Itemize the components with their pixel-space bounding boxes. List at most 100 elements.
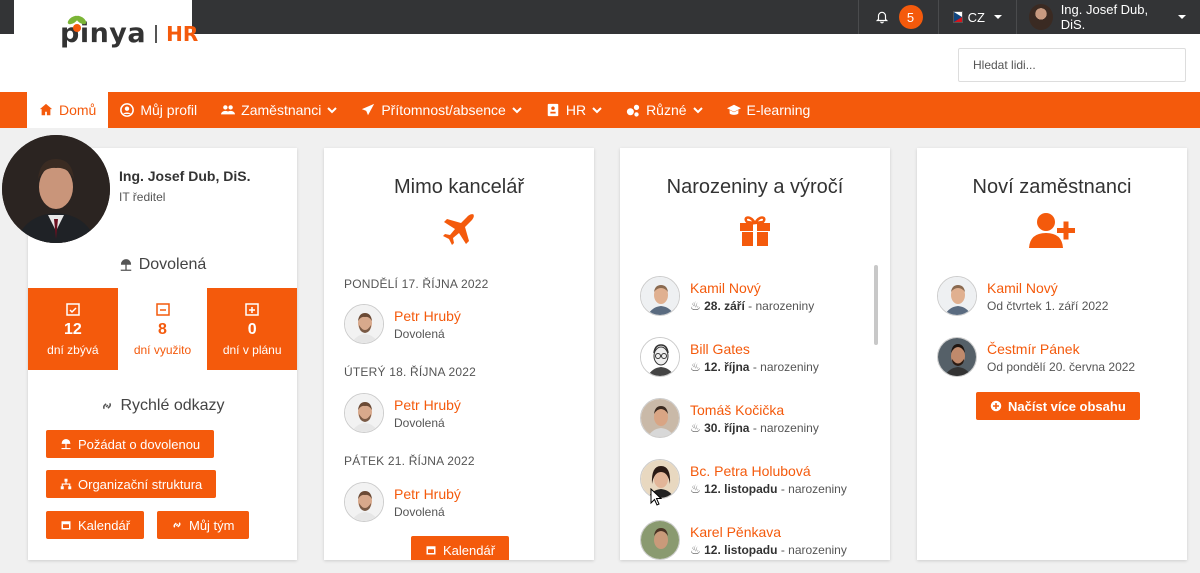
logo-separator	[155, 24, 158, 43]
list-item[interactable]: Kamil Nový ♨ 28. září - narozeniny	[640, 276, 814, 316]
nav-item-label: Domů	[59, 102, 97, 118]
chevron-down-icon	[592, 107, 602, 114]
avatar	[640, 520, 680, 560]
chevron-down-icon	[692, 107, 703, 114]
button-label: Kalendář	[443, 542, 496, 558]
vacation-heading: Dovolená	[28, 256, 297, 274]
avatar	[344, 393, 384, 433]
nav-item-label: Přítomnost/absence	[381, 102, 506, 118]
day-label: PONDĚLÍ 17. ŘÍJNA 2022	[344, 277, 489, 291]
users-icon	[221, 105, 236, 115]
button-label: Můj tým	[189, 517, 235, 533]
gift-icon	[740, 216, 770, 246]
nav-item-label: Různé	[646, 102, 687, 118]
person-name[interactable]: Čestmír Pánek	[987, 341, 1135, 357]
my-team-button[interactable]: Můj tým	[157, 511, 249, 539]
cake-icon: ♨	[690, 420, 701, 435]
person-name[interactable]: Bc. Petra Holubová	[690, 463, 847, 479]
profile-name: Ing. Josef Dub, DiS.	[119, 168, 251, 184]
nav-item-home[interactable]: Domů	[27, 92, 109, 128]
logo-leaves-icon	[67, 15, 87, 32]
calendar-button[interactable]: Kalendář	[46, 511, 145, 539]
calendar-icon	[426, 546, 436, 555]
list-item[interactable]: Bc. Petra Holubová ♨ 12. listopadu - nar…	[640, 459, 847, 499]
calendar-plus-icon	[245, 303, 259, 316]
nav-item-misc[interactable]: Různé	[614, 92, 714, 128]
nav-item-attendance[interactable]: Přítomnost/absence	[349, 92, 534, 128]
button-label: Kalendář	[78, 517, 131, 533]
avatar	[640, 276, 680, 316]
chevron-down-icon	[327, 107, 338, 114]
language-label: CZ	[967, 9, 985, 25]
button-label: Požádat o dovolenou	[78, 436, 201, 452]
nav-item-label: HR	[565, 102, 587, 118]
person-name[interactable]: Bill Gates	[690, 341, 819, 357]
list-item[interactable]: Kamil Nový Od čtvrtek 1. září 2022	[937, 276, 1108, 316]
birthday-note: ♨ 12. listopadu - narozeniny	[690, 482, 847, 496]
nav-item-hr[interactable]: HR	[534, 92, 614, 128]
mouse-cursor-icon	[650, 488, 662, 506]
id-card-icon	[547, 103, 559, 117]
stat-label: dní zbývá	[47, 343, 99, 357]
logo-area[interactable]: pinya HR	[14, 0, 198, 92]
person-name[interactable]: Karel Pěnkava	[690, 524, 847, 540]
nav-item-employees[interactable]: Zaměstnanci	[209, 92, 349, 128]
profile-photo	[2, 135, 110, 243]
org-structure-button[interactable]: Organizační struktura	[46, 470, 217, 498]
list-item[interactable]: Petr Hrubý Dovolená	[344, 482, 461, 522]
person-name[interactable]: Kamil Nový	[987, 280, 1108, 296]
birthdays-scrollbar[interactable]	[874, 265, 878, 345]
logo-suffix: HR	[166, 21, 199, 46]
list-item[interactable]: Tomáš Kočička ♨ 30. října - narozeniny	[640, 398, 819, 438]
list-item[interactable]: Karel Pěnkava ♨ 12. listopadu - narozeni…	[640, 520, 847, 560]
nav-item-elearning[interactable]: E-learning	[715, 92, 823, 128]
stat-days-planned: 0 dní v plánu	[207, 288, 297, 370]
card-title: Noví zaměstnanci	[972, 176, 1132, 198]
chevron-down-icon	[512, 107, 522, 114]
stat-value: 8	[158, 321, 167, 338]
list-item[interactable]: Čestmír Pánek Od pondělí 20. června 2022	[937, 337, 1135, 377]
card-title: Narozeniny a výročí	[666, 176, 844, 198]
person-name[interactable]: Petr Hrubý	[394, 308, 461, 324]
bell-icon	[875, 11, 888, 24]
avatar	[344, 482, 384, 522]
avatar	[640, 398, 680, 438]
person-name[interactable]: Kamil Nový	[690, 280, 814, 296]
calendar-icon	[61, 521, 71, 530]
user-name: Ing. Josef Dub, DiS.	[1060, 2, 1149, 32]
absence-reason: Dovolená	[394, 504, 445, 519]
request-vacation-button[interactable]: Požádat o dovolenou	[46, 430, 215, 458]
search-people-input[interactable]	[958, 48, 1186, 82]
ooo-calendar-button[interactable]: Kalendář	[411, 536, 510, 560]
user-menu[interactable]: Ing. Josef Dub, DiS.	[1016, 0, 1200, 34]
cake-icon: ♨	[690, 298, 701, 313]
birthday-type: - narozeniny	[780, 542, 847, 557]
avatar	[640, 337, 680, 377]
avatar	[344, 304, 384, 344]
top-bar-right: 5 CZ Ing. Josef Dub, DiS.	[858, 0, 1200, 34]
quick-links-title: Rychlé odkazy	[120, 397, 225, 414]
stat-label: dní využito	[133, 343, 192, 357]
list-item[interactable]: Petr Hrubý Dovolená	[344, 304, 461, 344]
caret-down-icon	[994, 15, 1002, 19]
start-date: Od čtvrtek 1. září 2022	[987, 298, 1109, 313]
list-item[interactable]: Petr Hrubý Dovolená	[344, 393, 461, 433]
notifications-button[interactable]: 5	[858, 0, 938, 34]
load-more-button[interactable]: Načíst více obsahu	[976, 392, 1140, 420]
nav-item-my-profile[interactable]: Můj profil	[108, 92, 209, 128]
language-selector[interactable]: CZ	[938, 0, 1016, 34]
umbrella-beach-icon	[61, 438, 71, 450]
person-name[interactable]: Petr Hrubý	[394, 397, 461, 413]
plane-icon	[443, 214, 474, 245]
calendar-minus-icon	[155, 303, 170, 316]
absence-reason: Dovolená	[394, 326, 445, 341]
vacation-title: Dovolená	[138, 256, 207, 273]
czech-flag-icon	[953, 11, 963, 23]
cake-icon: ♨	[690, 542, 701, 557]
list-item[interactable]: Bill Gates ♨ 12. října - narozeniny	[640, 337, 819, 377]
person-name[interactable]: Petr Hrubý	[394, 486, 461, 502]
caret-down-icon	[1178, 15, 1186, 19]
stat-value: 12	[63, 321, 82, 338]
out-of-office-card: Mimo kancelář PONDĚLÍ 17. ŘÍJNA 2022 Pet…	[324, 148, 594, 560]
person-name[interactable]: Tomáš Kočička	[690, 402, 819, 418]
